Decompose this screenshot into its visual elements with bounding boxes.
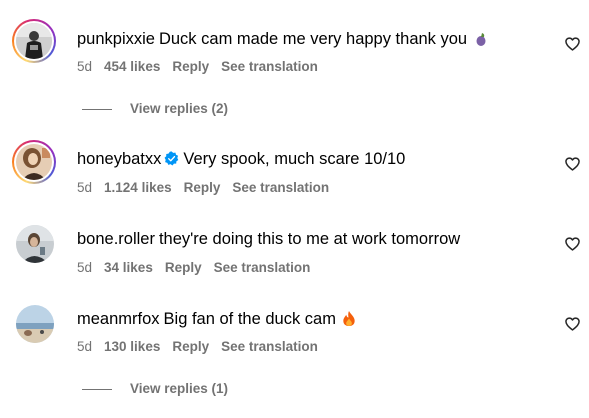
comment-time: 5d	[77, 180, 93, 195]
avatar[interactable]	[12, 140, 56, 184]
view-replies-label: View replies (1)	[130, 381, 229, 396]
avatar-photo	[16, 144, 52, 180]
comment-time: 5d	[77, 339, 93, 354]
comment-username[interactable]: bone.roller	[77, 230, 155, 248]
comment-username[interactable]: honeybatxx	[77, 150, 161, 168]
comment-username[interactable]: punkpixxie	[77, 30, 155, 48]
heart-outline-icon[interactable]	[565, 37, 580, 51]
comment-likes[interactable]: 1.124 likes	[104, 180, 172, 195]
reply-button[interactable]: Reply	[172, 59, 209, 74]
reply-button[interactable]: Reply	[184, 180, 221, 195]
eggplant-icon	[473, 31, 489, 52]
see-translation-button[interactable]: See translation	[232, 180, 329, 195]
reply-button[interactable]: Reply	[172, 339, 209, 354]
reply-button[interactable]: Reply	[165, 260, 202, 275]
see-translation-button[interactable]: See translation	[221, 59, 318, 74]
comment-text: Big fan of the duck cam	[163, 310, 336, 328]
avatar-photo	[16, 23, 52, 59]
comment-text: Duck cam made me very happy thank you	[158, 30, 468, 48]
heart-outline-icon[interactable]	[565, 157, 580, 171]
divider	[82, 388, 112, 390]
fire-icon	[342, 310, 356, 332]
avatar[interactable]	[12, 19, 56, 63]
comment-username[interactable]: meanmrfox	[77, 310, 160, 328]
comment-likes[interactable]: 34 likes	[104, 260, 153, 275]
avatar[interactable]	[16, 225, 54, 263]
comment-text: they're doing this to me at work tomorro…	[158, 230, 461, 248]
comment-time: 5d	[77, 260, 93, 275]
comment-text: Very spook, much scare 10/10	[183, 150, 406, 168]
comment-time: 5d	[77, 59, 93, 74]
view-replies-button[interactable]: View replies (2)	[82, 101, 228, 117]
see-translation-button[interactable]: See translation	[214, 260, 311, 275]
view-replies-button[interactable]: View replies (1)	[82, 381, 228, 397]
avatar-photo	[16, 305, 54, 343]
heart-outline-icon[interactable]	[565, 317, 580, 331]
comment-likes[interactable]: 454 likes	[104, 59, 160, 74]
divider	[82, 108, 112, 110]
view-replies-label: View replies (2)	[130, 101, 229, 116]
heart-outline-icon[interactable]	[565, 237, 580, 251]
avatar-photo	[16, 225, 54, 263]
verified-badge-icon	[164, 151, 179, 166]
avatar[interactable]	[16, 305, 54, 343]
comment-likes[interactable]: 130 likes	[104, 339, 160, 354]
see-translation-button[interactable]: See translation	[221, 339, 318, 354]
